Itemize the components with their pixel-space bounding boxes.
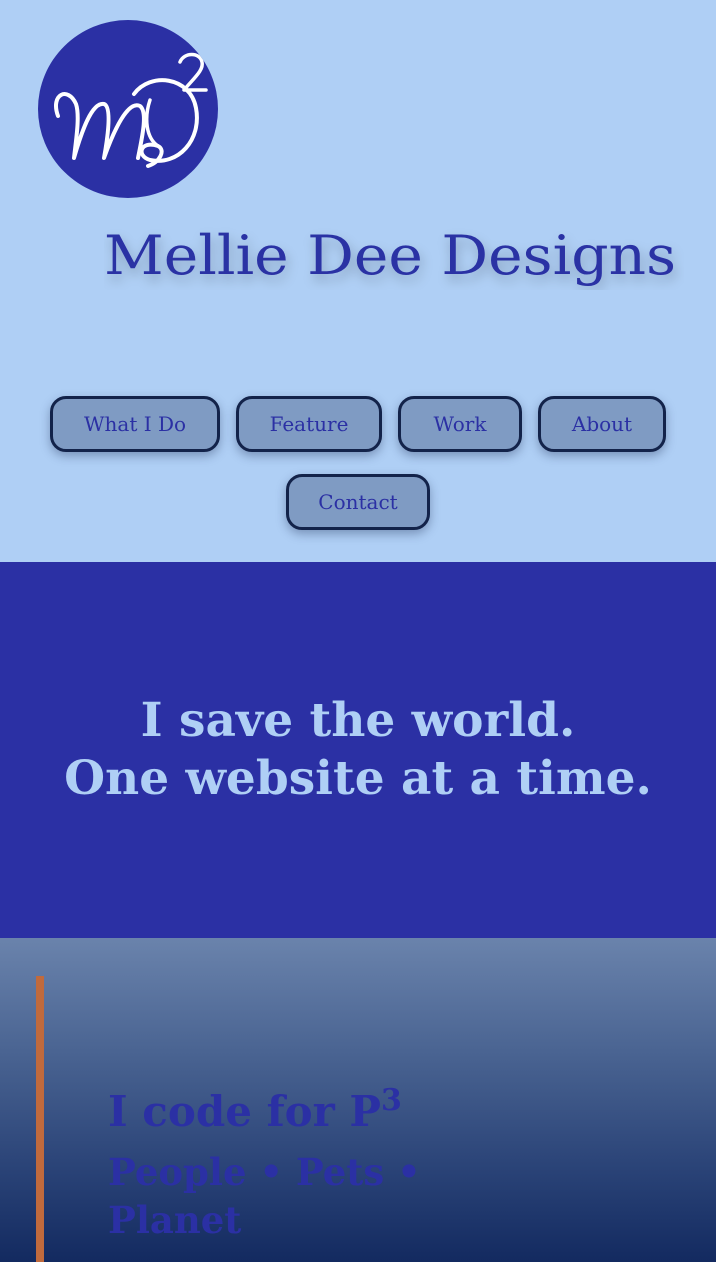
brand-wordmark: Mellie Dee Designs xyxy=(104,224,676,287)
nav-contact-button[interactable]: Contact xyxy=(286,474,430,530)
brand-name[interactable]: Mellie Dee Designs xyxy=(104,220,684,290)
hero-line-2: One website at a time. xyxy=(64,751,652,806)
logo-monogram-graphic xyxy=(54,52,208,168)
brand-name-text: Mellie Dee Designs xyxy=(104,224,676,287)
p3-heading-superscript: 3 xyxy=(380,1083,402,1118)
hero-line-1: I save the world. xyxy=(140,693,576,748)
p3-heading-text: I code for P xyxy=(108,1087,381,1136)
p3-subheading: People • Pets • Planet xyxy=(108,1150,421,1242)
nav-feature-button[interactable]: Feature xyxy=(236,396,382,452)
site-header: Mellie Dee Designs What I Do Feature Wor… xyxy=(0,0,716,562)
p3-section: I code for P3 People • Pets • Planet xyxy=(0,938,716,1262)
nav-what-i-do-button[interactable]: What I Do xyxy=(50,396,220,452)
nav-work-button[interactable]: Work xyxy=(398,396,522,452)
hero-section: I save the world. One website at a time. xyxy=(0,562,716,938)
accent-bar xyxy=(36,976,44,1262)
p3-heading: I code for P3 xyxy=(108,1084,402,1140)
nav-about-button[interactable]: About xyxy=(538,396,666,452)
logo[interactable] xyxy=(38,20,218,198)
